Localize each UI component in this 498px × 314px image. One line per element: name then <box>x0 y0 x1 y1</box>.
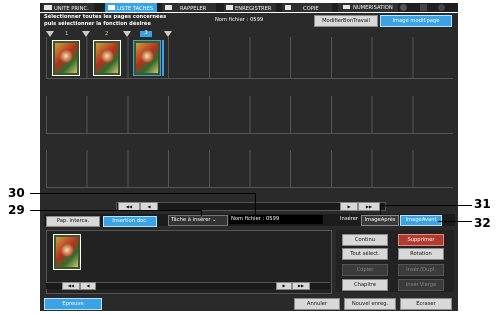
menu-item-enregistrer[interactable]: ENREGISTRER <box>224 3 276 12</box>
page-number-3: 3 <box>140 30 152 37</box>
grid-row-3 <box>46 150 453 188</box>
menu-item-rappeler[interactable]: RAPPELER <box>162 3 216 12</box>
grid-row-2 <box>46 96 453 134</box>
help-icon[interactable] <box>438 4 445 11</box>
cancel-button[interactable]: Annuler <box>294 298 340 310</box>
scroll-next-button[interactable]: ▶ <box>340 202 358 211</box>
preview-scroll-last-button[interactable]: ▶▶ <box>292 282 310 290</box>
instruction-line-2: puis sélectionner la fonction désirée <box>44 21 151 27</box>
tab-insert-document[interactable]: Insertion doc. <box>103 216 157 227</box>
save-icon <box>226 5 233 10</box>
insert-document-thumbnail[interactable] <box>53 234 81 270</box>
triangle-marker-icon <box>82 31 90 37</box>
callout-line-29-drop <box>201 210 202 216</box>
callout-32: 32 <box>474 216 491 230</box>
menu-item-copie[interactable]: COPIE <box>282 3 332 12</box>
insert-blank-button[interactable]: Insér.Vierge <box>398 279 444 291</box>
page-thumbnail-2[interactable] <box>93 40 121 76</box>
tab-image-modify-page[interactable]: Image modif.page <box>380 15 452 27</box>
copy-icon <box>285 5 291 10</box>
preview-scroll-first-button[interactable]: ◀◀ <box>62 282 80 290</box>
triangle-marker-icon <box>164 31 172 37</box>
tab-modify-job[interactable]: ModifierBonTravail <box>314 15 378 27</box>
insert-label: Insérer <box>340 216 359 222</box>
insertion-cursor <box>162 40 164 76</box>
delete-button[interactable]: Supprimer <box>398 234 444 246</box>
chevron-down-icon: ⌄ <box>212 217 217 223</box>
overwrite-button[interactable]: Ecraser <box>400 298 452 310</box>
select-all-button[interactable]: Tout sélect. <box>342 248 388 260</box>
preview-scroll-prev-button[interactable]: ◀ <box>80 282 96 290</box>
triangle-marker-icon <box>123 31 131 37</box>
menu-item-numerisation[interactable]: NUMERISATION <box>338 3 398 12</box>
preview-scroll-next-button[interactable]: ▶ <box>276 282 292 290</box>
callout-line-31-drop <box>380 205 381 215</box>
page-number-1: 1 <box>65 31 69 37</box>
new-save-button[interactable]: Nouvel enreg. <box>344 298 396 310</box>
menu-item-liste-taches[interactable]: LISTE TACHES <box>105 3 157 12</box>
callout-line-30-drop <box>255 193 256 215</box>
unit-icon <box>44 5 52 10</box>
rotation-button[interactable]: Rotation <box>398 248 444 260</box>
callout-31: 31 <box>474 197 491 211</box>
page-number-2: 2 <box>105 31 109 37</box>
tab-paper-interleave[interactable]: Pap. interca. <box>46 216 100 227</box>
page-thumbnail-1[interactable] <box>52 40 80 76</box>
volume-icon[interactable] <box>420 4 427 11</box>
instruction-line-1: Sélectionner toutes les pages concernées <box>44 14 167 20</box>
proof-button[interactable]: Epreuve <box>44 298 102 310</box>
file-name-label: Nom fichier : 0599 <box>215 17 264 23</box>
page-thumbnail-3[interactable] <box>133 40 161 76</box>
callout-line-30 <box>30 193 256 194</box>
image-after-button[interactable]: ImageAprès <box>361 215 399 226</box>
callout-line-29 <box>30 210 202 211</box>
continue-button[interactable]: Continu <box>342 234 388 246</box>
scroll-last-button[interactable]: ▶▶ <box>358 202 380 211</box>
copy-button[interactable]: Copier <box>342 264 388 276</box>
insert-file-name: Nom fichier : 0599 <box>229 215 323 224</box>
callout-29: 29 <box>8 203 25 217</box>
triangle-marker-icon <box>46 31 54 37</box>
callout-30: 30 <box>8 186 25 200</box>
callout-line-31 <box>380 205 472 206</box>
scan-icon <box>343 5 350 9</box>
task-to-insert-label: Tâche à insérer ⌄ <box>168 215 228 226</box>
menu-item-unite-princ[interactable]: UNITE PRINC. <box>42 3 94 12</box>
callout-line-32 <box>438 221 472 222</box>
recall-icon <box>165 5 172 10</box>
status-icon <box>400 4 407 11</box>
image-before-button[interactable]: ImageAvant <box>400 215 442 226</box>
chapter-button[interactable]: Chapitre <box>342 279 388 291</box>
list-icon <box>108 5 115 10</box>
insert-duplicate-button[interactable]: Insér.(Dupl. <box>398 264 444 276</box>
